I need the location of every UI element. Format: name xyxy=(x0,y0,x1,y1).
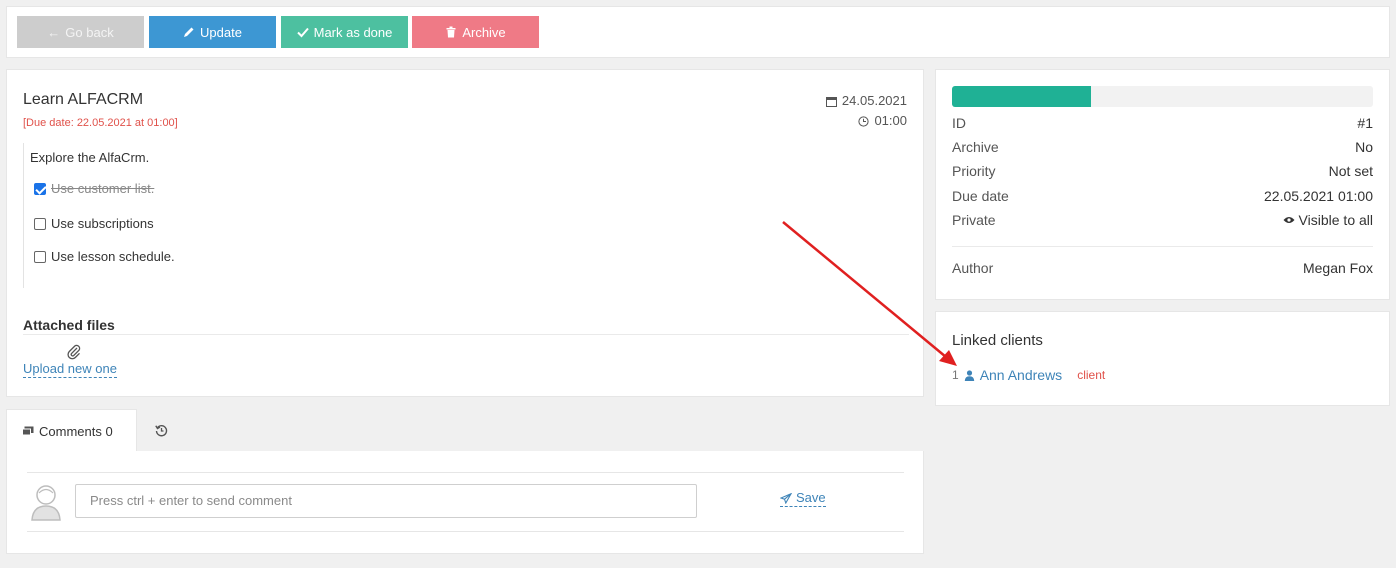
tab-history[interactable] xyxy=(146,409,176,451)
task-title: Learn ALFACRM xyxy=(23,91,144,108)
checkbox-unchecked[interactable] xyxy=(34,250,46,263)
avatar xyxy=(31,485,61,521)
client-link[interactable]: Ann Andrews xyxy=(980,367,1063,383)
task-time: 01:00 xyxy=(874,113,907,128)
clock-icon xyxy=(858,115,870,127)
progress-fill xyxy=(952,86,1091,107)
tab-comments[interactable]: Comments 0 xyxy=(6,409,137,452)
task-details-panel: Learn ALFACRM [Due date: 22.05.2021 at 0… xyxy=(6,69,924,397)
save-comment-button[interactable]: Save xyxy=(780,490,826,507)
arrow-left-icon: ← xyxy=(47,24,61,40)
checkbox-checked[interactable] xyxy=(34,182,46,195)
comments-panel: Save xyxy=(6,451,924,554)
linked-clients-heading: Linked clients xyxy=(952,332,1043,349)
checkbox-unchecked[interactable] xyxy=(34,217,46,230)
task-date: 24.05.2021 xyxy=(841,93,907,108)
info-row-archive: Archive No xyxy=(952,139,1373,155)
checklist-item[interactable]: Use lesson schedule. xyxy=(34,249,175,264)
client-role-badge: client xyxy=(1077,368,1106,382)
linked-clients-panel: Linked clients 1 Ann Andrews client xyxy=(935,311,1390,406)
history-icon xyxy=(154,424,167,436)
action-toolbar: ← Go back Update Mark as done Archive xyxy=(6,6,1390,58)
divider xyxy=(23,334,909,335)
update-button[interactable]: Update xyxy=(149,16,276,48)
mark-as-done-button[interactable]: Mark as done xyxy=(281,16,408,48)
task-description: Explore the AlfaCrm. Use customer list. … xyxy=(23,143,923,288)
divider xyxy=(27,472,904,473)
checklist-item[interactable]: Use subscriptions xyxy=(34,216,154,231)
due-date-note: [Due date: 22.05.2021 at 01:00] xyxy=(23,117,178,129)
comment-input[interactable] xyxy=(75,484,697,518)
task-info-panel: ID #1 Archive No Priority Not set Due da… xyxy=(935,69,1390,300)
task-date-box: 24.05.2021 01:00 xyxy=(825,91,907,131)
calendar-icon xyxy=(825,96,837,107)
info-row-due-date: Due date 22.05.2021 01:00 xyxy=(952,188,1373,204)
pencil-icon xyxy=(184,27,194,37)
user-icon xyxy=(964,369,974,381)
description-text: Explore the AlfaCrm. xyxy=(30,150,150,165)
send-icon xyxy=(780,492,792,504)
info-row-priority: Priority Not set xyxy=(952,163,1373,179)
divider xyxy=(27,531,904,532)
info-row-author: Author Megan Fox xyxy=(952,260,1373,276)
archive-button[interactable]: Archive xyxy=(412,16,539,48)
eye-icon xyxy=(1283,217,1295,223)
divider xyxy=(952,246,1373,247)
attached-files-heading: Attached files xyxy=(23,317,115,333)
trash-icon xyxy=(446,26,456,38)
info-row-id: ID #1 xyxy=(952,115,1373,131)
comments-icon xyxy=(22,426,34,435)
linked-client-row: 1 Ann Andrews client xyxy=(952,367,1106,383)
checkmark-icon xyxy=(296,27,309,38)
info-row-private: Private Visible to all xyxy=(952,212,1373,228)
checklist-item[interactable]: Use customer list. xyxy=(34,181,154,196)
go-back-button[interactable]: ← Go back xyxy=(17,16,144,48)
paperclip-icon[interactable] xyxy=(67,344,81,360)
progress-bar xyxy=(952,86,1373,107)
upload-file-link[interactable]: Upload new one xyxy=(23,361,117,378)
